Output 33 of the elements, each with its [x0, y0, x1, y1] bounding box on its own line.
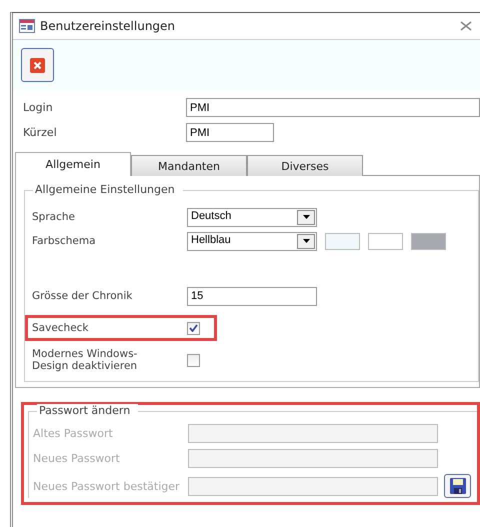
checkbox[interactable] [187, 322, 200, 334]
color-swatch[interactable] [325, 232, 360, 250]
dropdown[interactable]: Hellblau [187, 232, 317, 250]
text-field[interactable]: PMI [186, 98, 480, 117]
field-label: Grösse der Chronik [32, 290, 134, 302]
close-icon [460, 21, 472, 31]
caret-icon [302, 239, 310, 243]
field-label: Altes Passwort [33, 427, 114, 440]
field-label: Farbschema [32, 235, 97, 247]
text-field[interactable]: 15 [187, 286, 317, 306]
color-swatch[interactable] [411, 232, 446, 250]
tab[interactable]: Diverses [247, 155, 363, 176]
field-label: Kürzel [23, 126, 58, 139]
dropdown[interactable]: Deutsch [187, 208, 317, 226]
tab[interactable]: Mandanten [131, 155, 247, 176]
field-label: Modernes Windows-Design deaktivieren [32, 348, 138, 372]
field-label: Sprache [32, 211, 76, 223]
field-label: Neues Passwort [33, 452, 121, 465]
tab[interactable]: Allgemein [15, 152, 131, 176]
checkbox[interactable] [187, 354, 200, 366]
window-title: Benutzereinstellungen [40, 19, 176, 33]
caret-icon [302, 215, 310, 219]
group-label: Allgemeine Einstellungen [33, 183, 183, 196]
color-swatch[interactable] [368, 232, 403, 250]
field-label: Savecheck [32, 322, 90, 334]
field-label: Login [23, 101, 54, 114]
save-button[interactable] [444, 474, 471, 498]
field-label: Neues Passwort bestätiger [33, 480, 181, 492]
form-icon [19, 19, 35, 33]
group-label: Passwort ändern [37, 404, 138, 417]
text-field[interactable]: PMI [186, 123, 274, 142]
close-icon [30, 58, 45, 72]
close-button[interactable] [21, 48, 54, 82]
